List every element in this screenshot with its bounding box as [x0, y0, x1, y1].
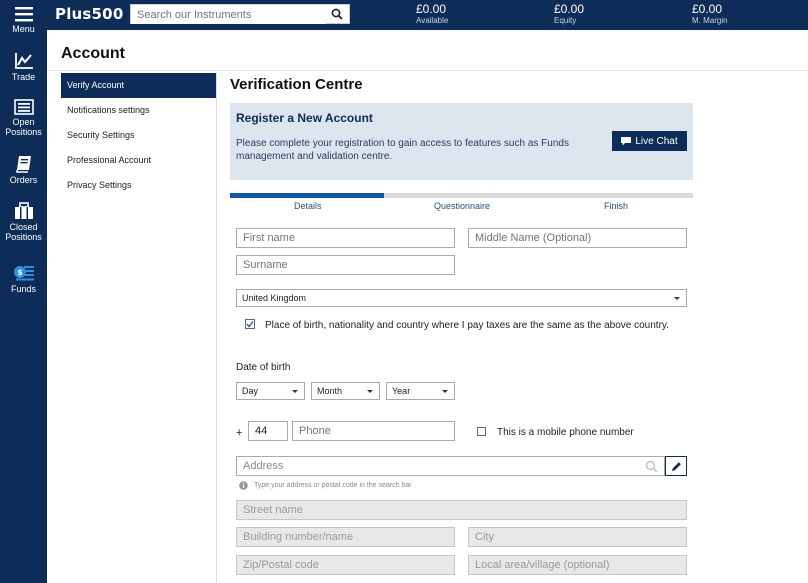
page-title: Account [61, 45, 125, 62]
nav-orders[interactable]: Orders [0, 155, 47, 185]
caret-down-icon [442, 390, 448, 393]
account-side-menu: Verify Account Notifications settings Se… [61, 73, 217, 583]
country-code-field[interactable] [248, 421, 288, 441]
banner-text: Please complete your registration to gai… [236, 138, 569, 162]
dob-month-value: Month [317, 386, 343, 396]
dob-day-value: Day [242, 386, 259, 396]
address-placeholder: Address [243, 460, 284, 472]
same-country-label: Place of birth, nationality and country … [265, 320, 669, 331]
city-field[interactable]: City [468, 527, 687, 547]
caret-down-icon [292, 390, 298, 393]
phone-field[interactable] [292, 421, 455, 441]
plus500-logo[interactable]: Plus500 [55, 5, 123, 23]
chat-icon [621, 136, 632, 145]
section-title: Verification Centre [230, 76, 363, 93]
metric-available: £0.00 Available [416, 3, 448, 26]
live-chat-label: Live Chat [635, 135, 678, 147]
banner-heading: Register a New Account [236, 111, 373, 125]
nav-open-positions-label: Open Positions [5, 117, 42, 137]
metric-margin-label: M. Margin [692, 16, 728, 25]
search-icon[interactable] [331, 8, 343, 20]
notebook-icon [15, 156, 31, 173]
caret-down-icon [674, 297, 680, 300]
metric-margin-value: £0.00 [692, 2, 723, 16]
briefcase-icon [14, 202, 33, 219]
top-bar: Plus500 £0.00 Available £0.00 Equity £0.… [47, 0, 808, 30]
search-icon[interactable] [645, 460, 658, 473]
metric-equity-value: £0.00 [554, 2, 585, 16]
funds-icon: $ [13, 266, 34, 281]
metric-available-label: Available [416, 16, 449, 25]
nav-menu-label: Menu [12, 24, 35, 34]
dob-month-select[interactable]: Month [311, 382, 380, 400]
register-banner: Register a New Account Please complete y… [230, 103, 693, 180]
step-questionnaire: Questionnaire [434, 201, 491, 211]
side-item-professional[interactable]: Professional Account [61, 148, 216, 173]
street-field[interactable]: Street name [236, 500, 687, 520]
nav-trade[interactable]: Trade [0, 52, 47, 82]
info-icon [239, 481, 248, 490]
metric-available-value: £0.00 [416, 2, 447, 16]
step-finish: Finish [604, 201, 629, 211]
dob-day-select[interactable]: Day [236, 382, 305, 400]
checkbox-same-country[interactable] [245, 319, 255, 329]
live-chat-button[interactable]: Live Chat [612, 131, 687, 151]
step-details: Details [294, 201, 322, 211]
middle-name-field[interactable] [468, 228, 687, 248]
divider [47, 70, 808, 71]
search-input[interactable] [131, 6, 326, 24]
instrument-search[interactable] [130, 4, 350, 24]
dob-label: Date of birth [236, 362, 291, 373]
phone-plus: + [236, 427, 243, 439]
surname-field[interactable] [236, 255, 455, 275]
hamburger-icon [14, 7, 33, 22]
svg-text:$: $ [17, 268, 23, 277]
country-value: United Kingdom [242, 293, 307, 303]
nav-closed-positions[interactable]: Closed Positions [0, 202, 47, 242]
first-name-field[interactable] [236, 228, 455, 248]
metric-equity: £0.00 Equity [554, 3, 584, 26]
side-item-security[interactable]: Security Settings [61, 123, 216, 148]
nav-open-positions[interactable]: Open Positions [0, 99, 47, 137]
local-area-field[interactable]: Local area/village (optional) [468, 555, 687, 575]
mobile-checkbox[interactable] [477, 427, 486, 436]
country-select[interactable]: United Kingdom [236, 289, 687, 307]
zip-field[interactable]: Zip/Postal code [236, 555, 455, 575]
dob-year-select[interactable]: Year [386, 382, 455, 400]
dob-year-value: Year [392, 386, 411, 396]
nav-funds[interactable]: $ Funds [0, 264, 47, 294]
mobile-label: This is a mobile phone number [497, 427, 634, 438]
address-hint: Type your address or postal code in the … [254, 482, 412, 489]
pencil-icon [672, 462, 681, 471]
metric-equity-label: Equity [554, 16, 577, 25]
nav-orders-label: Orders [9, 175, 38, 185]
side-item-privacy[interactable]: Privacy Settings [61, 173, 216, 198]
nav-menu[interactable]: Menu [0, 6, 47, 34]
progress-fill [230, 193, 385, 198]
chart-line-icon [14, 53, 33, 69]
caret-down-icon [367, 390, 373, 393]
side-item-verify-account[interactable]: Verify Account [61, 73, 216, 98]
metric-margin: £0.00 M. Margin [692, 3, 728, 26]
list-icon [13, 99, 34, 115]
progress-bar [230, 193, 693, 198]
building-field[interactable]: Building number/name [236, 527, 455, 547]
nav-closed-positions-label: Closed Positions [5, 222, 42, 242]
nav-funds-label: Funds [10, 284, 36, 294]
edit-address-button[interactable] [665, 456, 687, 476]
left-nav: Menu Trade Open Positions Orders Closed … [0, 0, 47, 583]
nav-trade-label: Trade [11, 72, 36, 82]
address-field[interactable]: Address [236, 456, 665, 476]
side-item-notifications[interactable]: Notifications settings [61, 98, 216, 123]
